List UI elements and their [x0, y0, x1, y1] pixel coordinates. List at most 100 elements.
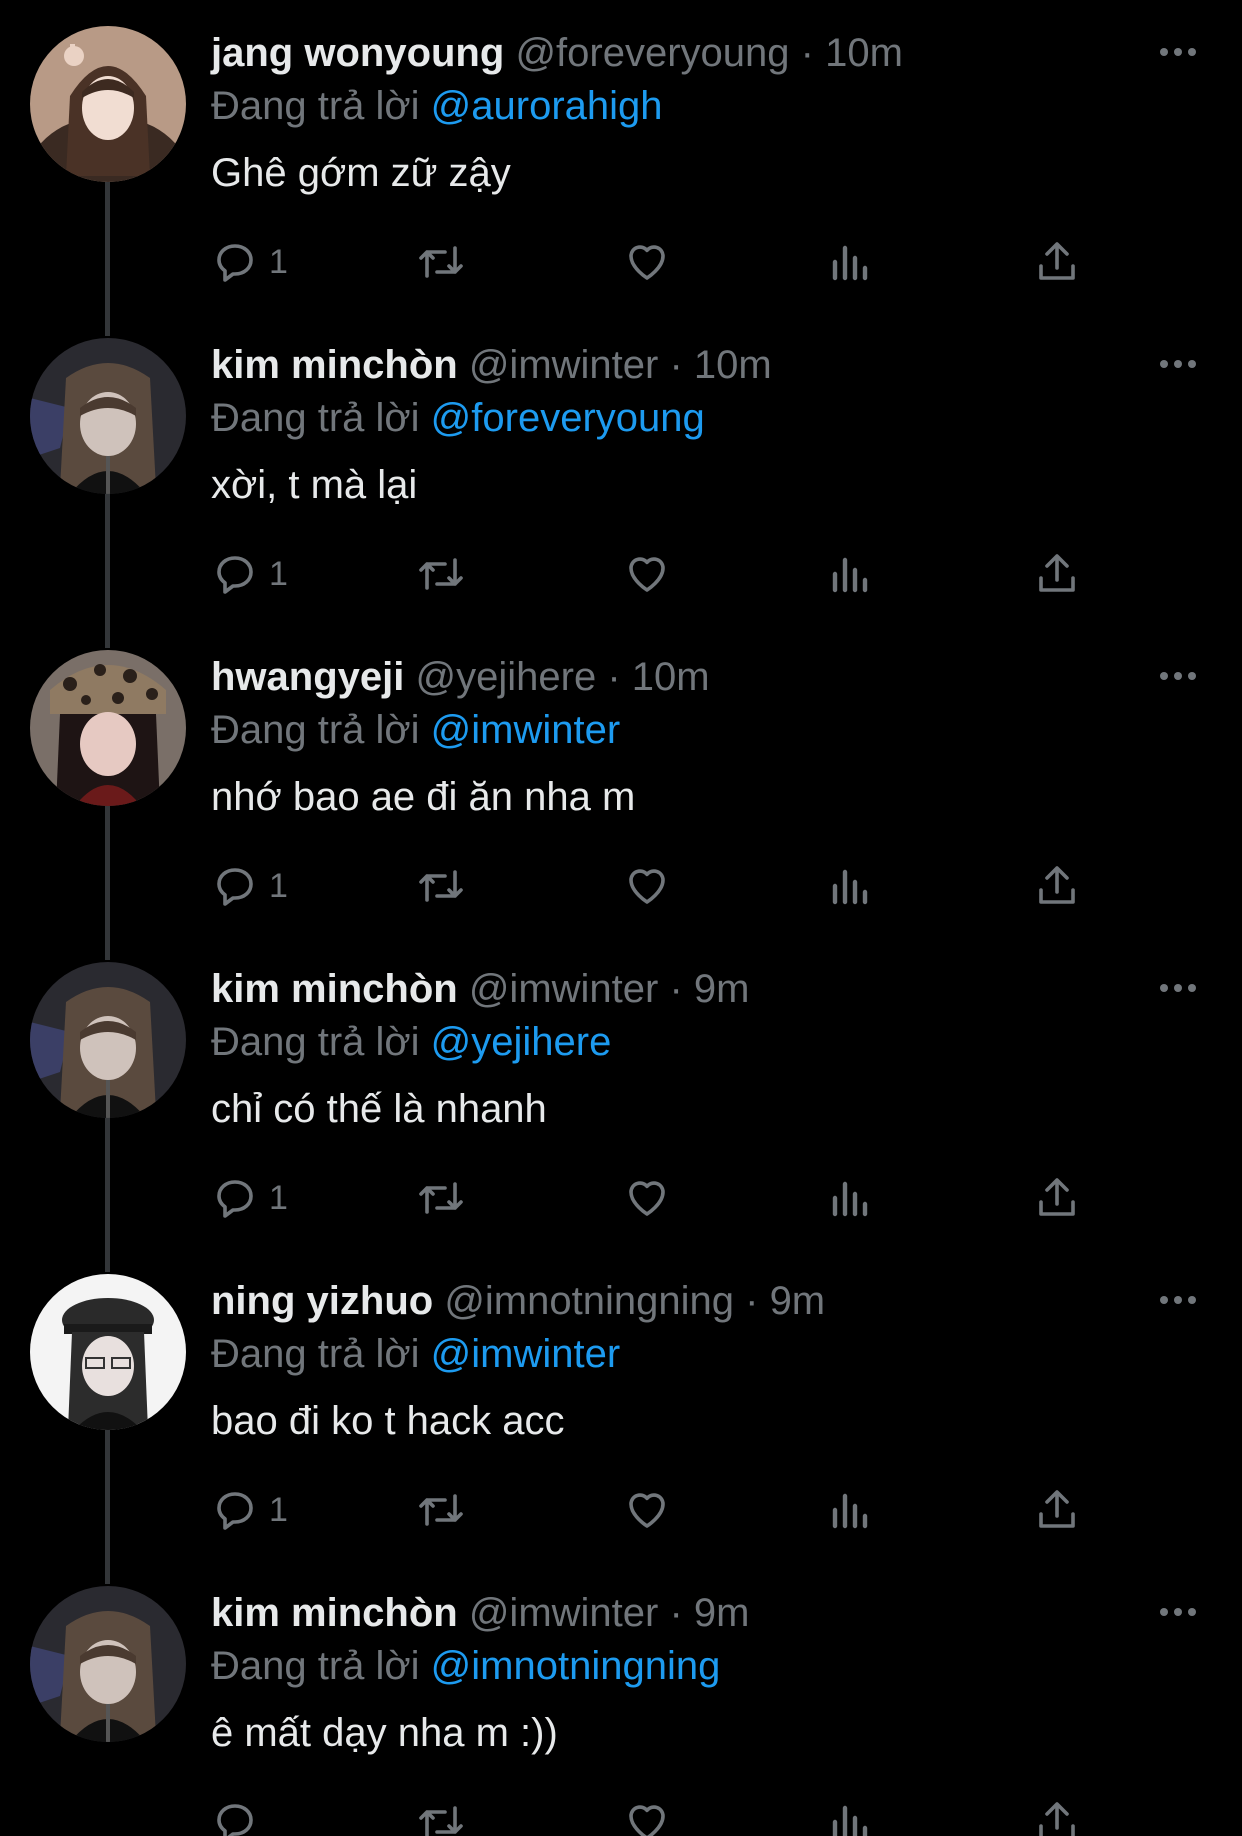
reply-button[interactable]: 1 — [211, 1480, 288, 1540]
share-button[interactable] — [1033, 544, 1081, 604]
timestamp[interactable]: 9m — [770, 1279, 826, 1323]
views-button[interactable] — [829, 544, 873, 604]
mention-link[interactable]: @aurorahigh — [431, 84, 663, 128]
mention-link[interactable]: @foreveryoung — [431, 396, 705, 440]
mention-link[interactable]: @imnotningning — [431, 1644, 721, 1688]
user-handle[interactable]: @foreveryoung — [515, 31, 789, 75]
separator-dot: · — [669, 1591, 683, 1635]
heart-icon — [629, 245, 665, 280]
retweet-button[interactable] — [415, 544, 467, 604]
user-handle[interactable]: @imwinter — [469, 967, 659, 1011]
tweet-header: ning yizhuo @imnotningning · 9m — [211, 1274, 825, 1328]
like-button[interactable] — [623, 544, 671, 604]
like-button[interactable] — [623, 1480, 671, 1540]
heart-icon — [629, 1181, 665, 1216]
share-icon — [1039, 1802, 1075, 1836]
action-bar: 1 — [211, 1168, 1111, 1228]
share-icon — [1039, 1178, 1075, 1216]
timestamp[interactable]: 10m — [632, 655, 710, 699]
tweet-text: Ghê gớm zữ zậy — [211, 151, 511, 195]
retweet-button[interactable] — [415, 1792, 467, 1836]
more-icon[interactable] — [1156, 350, 1200, 378]
display-name[interactable]: kim minchòn — [211, 1591, 458, 1635]
user-handle[interactable]: @imwinter — [469, 343, 659, 387]
avatar[interactable] — [30, 26, 186, 182]
user-handle[interactable]: @imwinter — [469, 1591, 659, 1635]
replying-to: Đang trả lời @imwinter — [211, 1328, 620, 1380]
separator-dot: · — [669, 967, 683, 1011]
tweet[interactable]: kim minchòn @imwinter · 9m Đang trả lời … — [0, 936, 1242, 1272]
display-name[interactable]: kim minchòn — [211, 967, 458, 1011]
display-name[interactable]: hwangyeji — [211, 655, 404, 699]
share-button[interactable] — [1033, 1480, 1081, 1540]
mention-link[interactable]: @imwinter — [431, 1332, 621, 1376]
tweet-text: ê mất dạy nha m :)) — [211, 1711, 558, 1755]
more-icon[interactable] — [1156, 662, 1200, 690]
avatar[interactable] — [30, 962, 186, 1118]
like-button[interactable] — [623, 1168, 671, 1228]
share-button[interactable] — [1033, 1168, 1081, 1228]
reply-icon — [217, 1804, 253, 1836]
mention-link[interactable]: @imwinter — [431, 708, 621, 752]
share-button[interactable] — [1033, 232, 1081, 292]
heart-icon — [629, 869, 665, 904]
reply-count: 1 — [269, 242, 288, 281]
reply-button[interactable]: 1 — [211, 1168, 288, 1228]
avatar[interactable] — [30, 1274, 186, 1430]
user-handle[interactable]: @yejihere — [416, 655, 597, 699]
replying-to: Đang trả lời @foreveryoung — [211, 392, 705, 444]
timestamp[interactable]: 10m — [694, 343, 772, 387]
share-button[interactable] — [1033, 856, 1081, 916]
like-button[interactable] — [623, 232, 671, 292]
retweet-button[interactable] — [415, 1168, 467, 1228]
avatar[interactable] — [30, 338, 186, 494]
timestamp[interactable]: 10m — [825, 31, 903, 75]
reply-count: 1 — [269, 1178, 288, 1217]
thread-connector — [105, 784, 110, 960]
retweet-button[interactable] — [415, 1480, 467, 1540]
tweet-text: bao đi ko t hack acc — [211, 1399, 565, 1443]
views-icon — [832, 1805, 868, 1836]
reply-button[interactable]: 1 — [211, 856, 288, 916]
views-button[interactable] — [829, 1168, 873, 1228]
timestamp[interactable]: 9m — [694, 1591, 750, 1635]
views-button[interactable] — [829, 232, 873, 292]
more-icon[interactable] — [1156, 1598, 1200, 1626]
like-button[interactable] — [623, 856, 671, 916]
tweet[interactable]: ning yizhuo @imnotningning · 9m Đang trả… — [0, 1248, 1242, 1584]
views-button[interactable] — [829, 856, 873, 916]
tweet-header: jang wonyoung @foreveryoung · 10m — [211, 26, 903, 80]
share-icon — [1039, 554, 1075, 592]
mention-link[interactable]: @yejihere — [431, 1020, 612, 1064]
tweet[interactable]: hwangyeji @yejihere · 10m Đang trả lời @… — [0, 624, 1242, 960]
display-name[interactable]: kim minchòn — [211, 343, 458, 387]
reply-button[interactable]: 1 — [211, 232, 288, 292]
retweet-button[interactable] — [415, 856, 467, 916]
reply-button[interactable]: 1 — [211, 544, 288, 604]
tweet[interactable]: kim minchòn @imwinter · 10m Đang trả lời… — [0, 312, 1242, 648]
views-icon — [832, 557, 868, 593]
more-icon[interactable] — [1156, 38, 1200, 66]
action-bar: 1 — [211, 544, 1111, 604]
avatar[interactable] — [30, 1586, 186, 1742]
reply-icon — [217, 868, 253, 906]
action-bar: 1 — [211, 856, 1111, 916]
retweet-button[interactable] — [415, 232, 467, 292]
like-button[interactable] — [623, 1792, 671, 1836]
more-icon[interactable] — [1156, 1286, 1200, 1314]
tweet[interactable]: kim minchòn @imwinter · 9m Đang trả lời … — [0, 1560, 1242, 1836]
share-button[interactable] — [1033, 1792, 1081, 1836]
reply-button[interactable] — [211, 1792, 269, 1836]
more-icon[interactable] — [1156, 974, 1200, 1002]
tweet-header: hwangyeji @yejihere · 10m — [211, 650, 710, 704]
reply-count: 1 — [269, 866, 288, 905]
replying-to: Đang trả lời @aurorahigh — [211, 80, 663, 132]
user-handle[interactable]: @imnotningning — [444, 1279, 734, 1323]
views-button[interactable] — [829, 1792, 873, 1836]
views-button[interactable] — [829, 1480, 873, 1540]
display-name[interactable]: jang wonyoung — [211, 31, 504, 75]
timestamp[interactable]: 9m — [694, 967, 750, 1011]
tweet[interactable]: jang wonyoung @foreveryoung · 10m Đang t… — [0, 0, 1242, 336]
display-name[interactable]: ning yizhuo — [211, 1279, 433, 1323]
avatar[interactable] — [30, 650, 186, 806]
